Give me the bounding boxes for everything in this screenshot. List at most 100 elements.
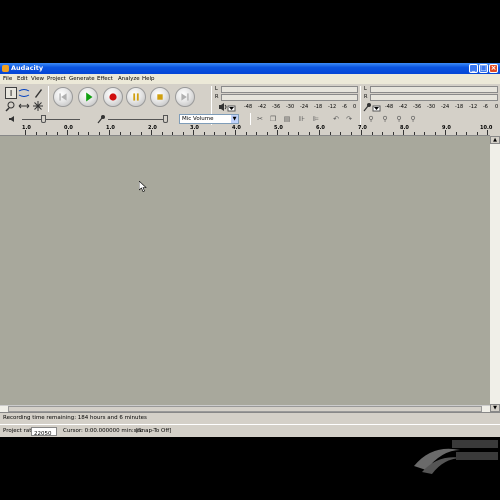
play-icon (86, 92, 93, 102)
recording-time-remaining: Recording time remaining: 184 hours and … (3, 415, 147, 421)
ruler-tick (245, 132, 247, 135)
ruler-tick (203, 132, 205, 135)
selection-icon: I (9, 89, 13, 98)
copy-icon: ❐ (269, 115, 277, 123)
zoom-tool[interactable] (5, 100, 17, 112)
silence-button[interactable]: ⊫ (311, 114, 321, 124)
cut-icon: ✂ (257, 115, 263, 123)
pause-button[interactable] (126, 87, 146, 107)
fit-selection-button[interactable]: ⚲ (394, 114, 404, 124)
track-panel[interactable] (0, 136, 490, 405)
silence-icon: ⊫ (312, 115, 320, 123)
menu-effect[interactable]: Effect (97, 75, 113, 83)
menu-bar: File Edit View Project Generate Effect A… (0, 74, 500, 84)
redo-button[interactable]: ↷ (344, 114, 354, 124)
mixer-edit-row: Mic Volume ▼ ✂ ❐ ▤ ⊪ ⊫ ↶ ↷ ⚲ ⚲ ⚲ ⚲ (0, 113, 500, 125)
vertical-scrollbar[interactable]: ▲ ▼ (490, 136, 500, 412)
paste-button[interactable]: ▤ (282, 114, 292, 124)
ruler-tick (329, 132, 331, 135)
stop-icon (157, 94, 163, 100)
rec-meter-right-label: R (364, 94, 368, 100)
input-source-value: Mic Volume (182, 116, 214, 122)
ruler-tick (256, 132, 257, 135)
record-meter[interactable]: L R (364, 86, 500, 106)
menu-generate[interactable]: Generate (69, 75, 95, 83)
ruler-tick (25, 130, 26, 135)
output-volume-thumb[interactable] (41, 115, 46, 123)
ruler-tick (119, 132, 121, 135)
fit-project-button[interactable]: ⚲ (408, 114, 418, 124)
ruler-tick (67, 130, 68, 135)
ruler-tick (487, 130, 488, 135)
ruler-tick (382, 132, 383, 135)
ruler-tick (319, 130, 320, 135)
multi-tool[interactable] (32, 100, 44, 112)
output-volume-icon (9, 116, 14, 122)
rec-meter-left-bar (370, 86, 498, 93)
menu-file[interactable]: File (3, 75, 12, 83)
input-volume-icon (97, 115, 105, 124)
speaker-icon[interactable] (218, 102, 236, 112)
rec-meter-right-bar (370, 94, 498, 101)
ruler-tick (455, 132, 457, 135)
trim-button[interactable]: ⊪ (297, 114, 307, 124)
title-bar: Audacity _ □ × (0, 63, 500, 74)
timeshift-tool[interactable] (18, 100, 30, 112)
draw-tool[interactable] (32, 87, 44, 99)
ruler-tick (350, 132, 352, 135)
skip-end-icon (181, 93, 189, 101)
project-rate-field[interactable]: 22050 (31, 427, 57, 437)
ruler-tick (193, 130, 194, 135)
ruler-tick (35, 132, 37, 135)
playback-meter[interactable]: L R (215, 86, 360, 106)
maximize-button[interactable]: □ (479, 64, 488, 73)
zoom-out-button[interactable]: ⚲ (380, 114, 390, 124)
close-button[interactable]: × (489, 64, 498, 73)
skip-start-button[interactable] (53, 87, 73, 107)
timeline-ruler[interactable]: 1.0 0.0 1.0 2.0 3.0 4.0 5.0 6.0 7.0 8.0 … (0, 125, 492, 136)
menu-project[interactable]: Project (47, 75, 66, 83)
playback-meter-scale: -48 -42 -36 -30 -24 -18 -12 -6 0 (244, 104, 357, 110)
undo-button[interactable]: ↶ (331, 114, 341, 124)
ruler-tick (298, 132, 299, 135)
output-volume-slider[interactable] (22, 119, 80, 120)
window-title: Audacity (11, 64, 44, 72)
scroll-down-button[interactable]: ▼ (490, 404, 500, 412)
ruler-tick (340, 132, 341, 135)
menu-analyze[interactable]: Analyze (118, 75, 140, 83)
zoom-out-icon: ⚲ (382, 115, 388, 123)
microphone-icon[interactable] (362, 102, 382, 112)
ruler-tick (445, 130, 446, 135)
undo-icon: ↶ (333, 115, 339, 123)
input-volume-thumb[interactable] (163, 115, 168, 123)
horizontal-scrollbar[interactable] (0, 405, 490, 412)
input-volume-slider[interactable] (108, 119, 166, 120)
ruler-tick (235, 130, 236, 135)
input-source-dropdown[interactable]: Mic Volume ▼ (179, 114, 239, 124)
stop-button[interactable] (150, 87, 170, 107)
timeshift-icon (18, 103, 30, 109)
paste-icon: ▤ (283, 115, 291, 123)
zoom-in-button[interactable]: ⚲ (366, 114, 376, 124)
ruler-tick (109, 130, 110, 135)
record-icon (109, 93, 117, 101)
envelope-icon (18, 89, 30, 97)
menu-help[interactable]: Help (142, 75, 155, 83)
pause-icon (133, 93, 139, 101)
play-button[interactable] (78, 87, 98, 107)
ruler-tick (361, 130, 362, 135)
skip-end-button[interactable] (175, 87, 195, 107)
ruler-tick (466, 132, 467, 135)
separator (48, 86, 49, 112)
envelope-tool[interactable] (18, 87, 30, 99)
copy-button[interactable]: ❐ (268, 114, 278, 124)
cut-button[interactable]: ✂ (255, 114, 265, 124)
meter-right-label: R (215, 94, 219, 100)
menu-view[interactable]: View (31, 75, 44, 83)
record-button[interactable] (103, 87, 123, 107)
menu-edit[interactable]: Edit (17, 75, 28, 83)
scroll-up-button[interactable]: ▲ (490, 136, 500, 144)
selection-tool[interactable]: I (5, 87, 17, 99)
ruler-tick (140, 132, 142, 135)
minimize-button[interactable]: _ (469, 64, 478, 73)
